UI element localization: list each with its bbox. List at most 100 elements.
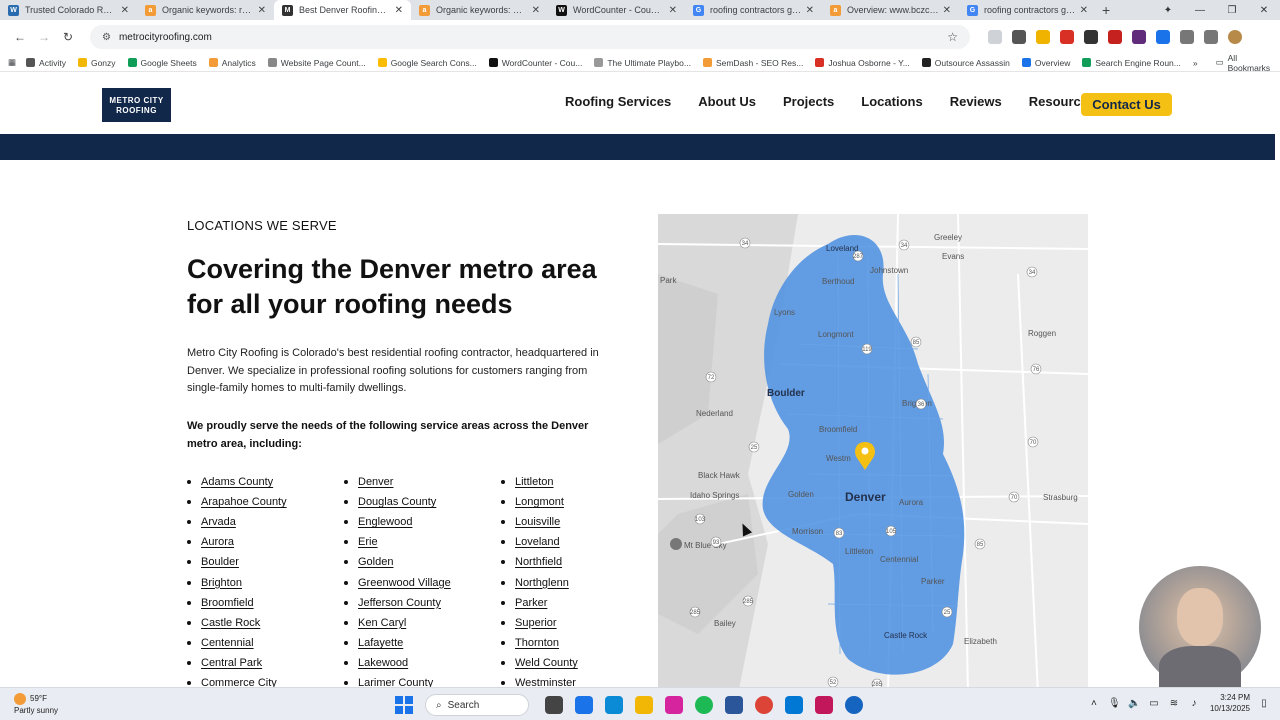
nav-item-projects[interactable]: Projects xyxy=(783,94,834,109)
bookmark-item[interactable]: Website Page Count... xyxy=(267,58,366,68)
sidepanel-icon[interactable] xyxy=(1204,30,1218,44)
service-area-link[interactable]: Arvada xyxy=(201,513,236,531)
service-area-link[interactable]: Aurora xyxy=(201,533,234,551)
service-area-link[interactable]: Westminster xyxy=(515,674,576,687)
taskbar-search[interactable]: ⌕ Search xyxy=(425,694,529,716)
service-area-link[interactable]: Loveland xyxy=(515,533,560,551)
puzzle-icon[interactable] xyxy=(1180,30,1194,44)
app-icon[interactable] xyxy=(815,696,833,714)
bookmark-item[interactable]: WordCounter - Cou... xyxy=(488,58,582,68)
service-area-link[interactable]: Larimer County xyxy=(358,674,433,687)
close-tab-icon[interactable]: ✕ xyxy=(121,5,129,16)
forward-icon[interactable]: → xyxy=(32,30,56,44)
extension-icon[interactable] xyxy=(1084,30,1098,44)
reload-icon[interactable]: ↻ xyxy=(56,30,80,44)
minimize-icon[interactable]: — xyxy=(1184,5,1216,16)
service-area-link[interactable]: Arapahoe County xyxy=(201,493,287,511)
speaker-icon[interactable]: 🔈 xyxy=(1128,698,1140,709)
microphone-icon[interactable]: 🎙 xyxy=(1108,698,1121,709)
browser-tab[interactable]: a Organic keywords: metro ✕ xyxy=(411,0,548,20)
bookmark-item[interactable]: The Ultimate Playbo... xyxy=(594,58,691,68)
start-button[interactable] xyxy=(395,696,413,714)
chrome-icon[interactable] xyxy=(755,696,773,714)
instagram-icon[interactable] xyxy=(665,696,683,714)
close-tab-icon[interactable]: ✕ xyxy=(943,5,951,16)
service-area-link[interactable]: Brighton xyxy=(201,574,242,592)
service-area-link[interactable]: Weld County xyxy=(515,654,578,672)
app-icon[interactable] xyxy=(575,696,593,714)
volume-icon[interactable]: ♪ xyxy=(1188,698,1200,709)
service-area-link[interactable]: Erie xyxy=(358,533,378,551)
clock[interactable]: 3:24 PM 10/13/2025 xyxy=(1210,692,1250,714)
profile-avatar[interactable] xyxy=(1228,30,1242,44)
service-area-link[interactable]: Northglenn xyxy=(515,574,569,592)
bookmark-item[interactable]: Activity xyxy=(26,58,66,68)
extension-icon[interactable] xyxy=(1132,30,1146,44)
close-window-icon[interactable]: ✕ xyxy=(1248,5,1280,16)
browser-tab[interactable]: Groofing contractors gold ✕ xyxy=(959,0,1096,20)
service-area-link[interactable]: Louisville xyxy=(515,513,560,531)
service-area-link[interactable]: Adams County xyxy=(201,473,273,491)
nav-item-about-us[interactable]: About Us xyxy=(698,94,756,109)
bookmark-item[interactable]: Outsource Assassin xyxy=(921,58,1010,68)
contact-us-button[interactable]: Contact Us xyxy=(1081,93,1172,116)
apps-icon[interactable]: ▦ xyxy=(8,57,16,68)
bookmark-item[interactable]: Analytics xyxy=(208,58,256,68)
bookmark-item[interactable]: SemDash - SEO Res... xyxy=(702,58,803,68)
chevron-double-right-icon[interactable]: » xyxy=(1193,58,1198,68)
explorer-icon[interactable] xyxy=(635,696,653,714)
notifications-icon[interactable]: ▯ xyxy=(1258,698,1270,709)
word-icon[interactable] xyxy=(725,696,743,714)
close-tab-icon[interactable]: ✕ xyxy=(669,5,677,16)
service-area-link[interactable]: Denver xyxy=(358,473,393,491)
site-logo[interactable]: METRO CITY ROOFING xyxy=(102,88,171,122)
bookmark-item[interactable]: Google Search Cons... xyxy=(377,58,477,68)
service-area-link[interactable]: Ken Caryl xyxy=(358,614,406,632)
service-area-link[interactable]: Greenwood Village xyxy=(358,574,451,592)
browser-tab[interactable]: M Best Denver Roofing Co ✕ xyxy=(274,0,411,20)
extension-icon[interactable] xyxy=(1156,30,1170,44)
service-area-link[interactable]: Littleton xyxy=(515,473,554,491)
service-area-link[interactable]: Thornton xyxy=(515,634,559,652)
bookmark-star-icon[interactable]: ☆ xyxy=(947,30,958,44)
close-tab-icon[interactable]: ✕ xyxy=(395,5,403,16)
weather-widget[interactable]: 59°F Partly sunny xyxy=(14,693,58,716)
close-tab-icon[interactable]: ✕ xyxy=(1080,5,1088,16)
bookmark-item[interactable]: Search Engine Roun... xyxy=(1082,58,1181,68)
service-area-link[interactable]: Central Park xyxy=(201,654,262,672)
new-tab-button[interactable]: + xyxy=(1102,2,1110,18)
address-bar[interactable]: ⚙ metrocityroofing.com ☆ xyxy=(90,25,970,49)
nav-item-roofing-services[interactable]: Roofing Services xyxy=(565,94,671,109)
task-view-icon[interactable] xyxy=(545,696,563,714)
copilot-icon[interactable]: ✦ xyxy=(1152,5,1184,16)
nav-item-locations[interactable]: Locations xyxy=(861,94,922,109)
browser-tab[interactable]: a Overview: www.bczcroofi ✕ xyxy=(822,0,959,20)
browser-tab[interactable]: W Trusted Colorado Roofer ✕ xyxy=(0,0,137,20)
bookmark-item[interactable]: Gonzy xyxy=(77,58,116,68)
close-tab-icon[interactable]: ✕ xyxy=(258,5,266,16)
service-area-link[interactable]: Englewood xyxy=(358,513,412,531)
browser-tab[interactable]: W WordCounter - Count W ✕ xyxy=(548,0,685,20)
spotify-icon[interactable] xyxy=(695,696,713,714)
service-area-link[interactable]: Centennial xyxy=(201,634,254,652)
chevron-up-icon[interactable]: ˄ xyxy=(1088,698,1100,709)
restore-icon[interactable]: ❐ xyxy=(1216,5,1248,16)
extension-icon[interactable] xyxy=(1012,30,1026,44)
bookmark-item[interactable]: Overview xyxy=(1021,58,1070,68)
extension-icon[interactable] xyxy=(1108,30,1122,44)
service-area-link[interactable]: Superior xyxy=(515,614,557,632)
close-tab-icon[interactable]: ✕ xyxy=(806,5,814,16)
app-icon[interactable] xyxy=(845,696,863,714)
close-tab-icon[interactable]: ✕ xyxy=(532,5,540,16)
extension-icon[interactable] xyxy=(1036,30,1050,44)
service-area-link[interactable]: Northfield xyxy=(515,553,562,571)
extension-icon[interactable] xyxy=(1060,30,1074,44)
service-area-link[interactable]: Broomfield xyxy=(201,594,254,612)
browser-tab[interactable]: Groofing contractors gold ✕ xyxy=(685,0,822,20)
back-icon[interactable]: ← xyxy=(8,30,32,44)
service-area-link[interactable]: Longmont xyxy=(515,493,564,511)
nav-item-reviews[interactable]: Reviews xyxy=(950,94,1002,109)
service-area-link[interactable]: Boulder xyxy=(201,553,239,571)
service-area-link[interactable]: Commerce City xyxy=(201,674,277,687)
service-area-link[interactable]: Lakewood xyxy=(358,654,408,672)
